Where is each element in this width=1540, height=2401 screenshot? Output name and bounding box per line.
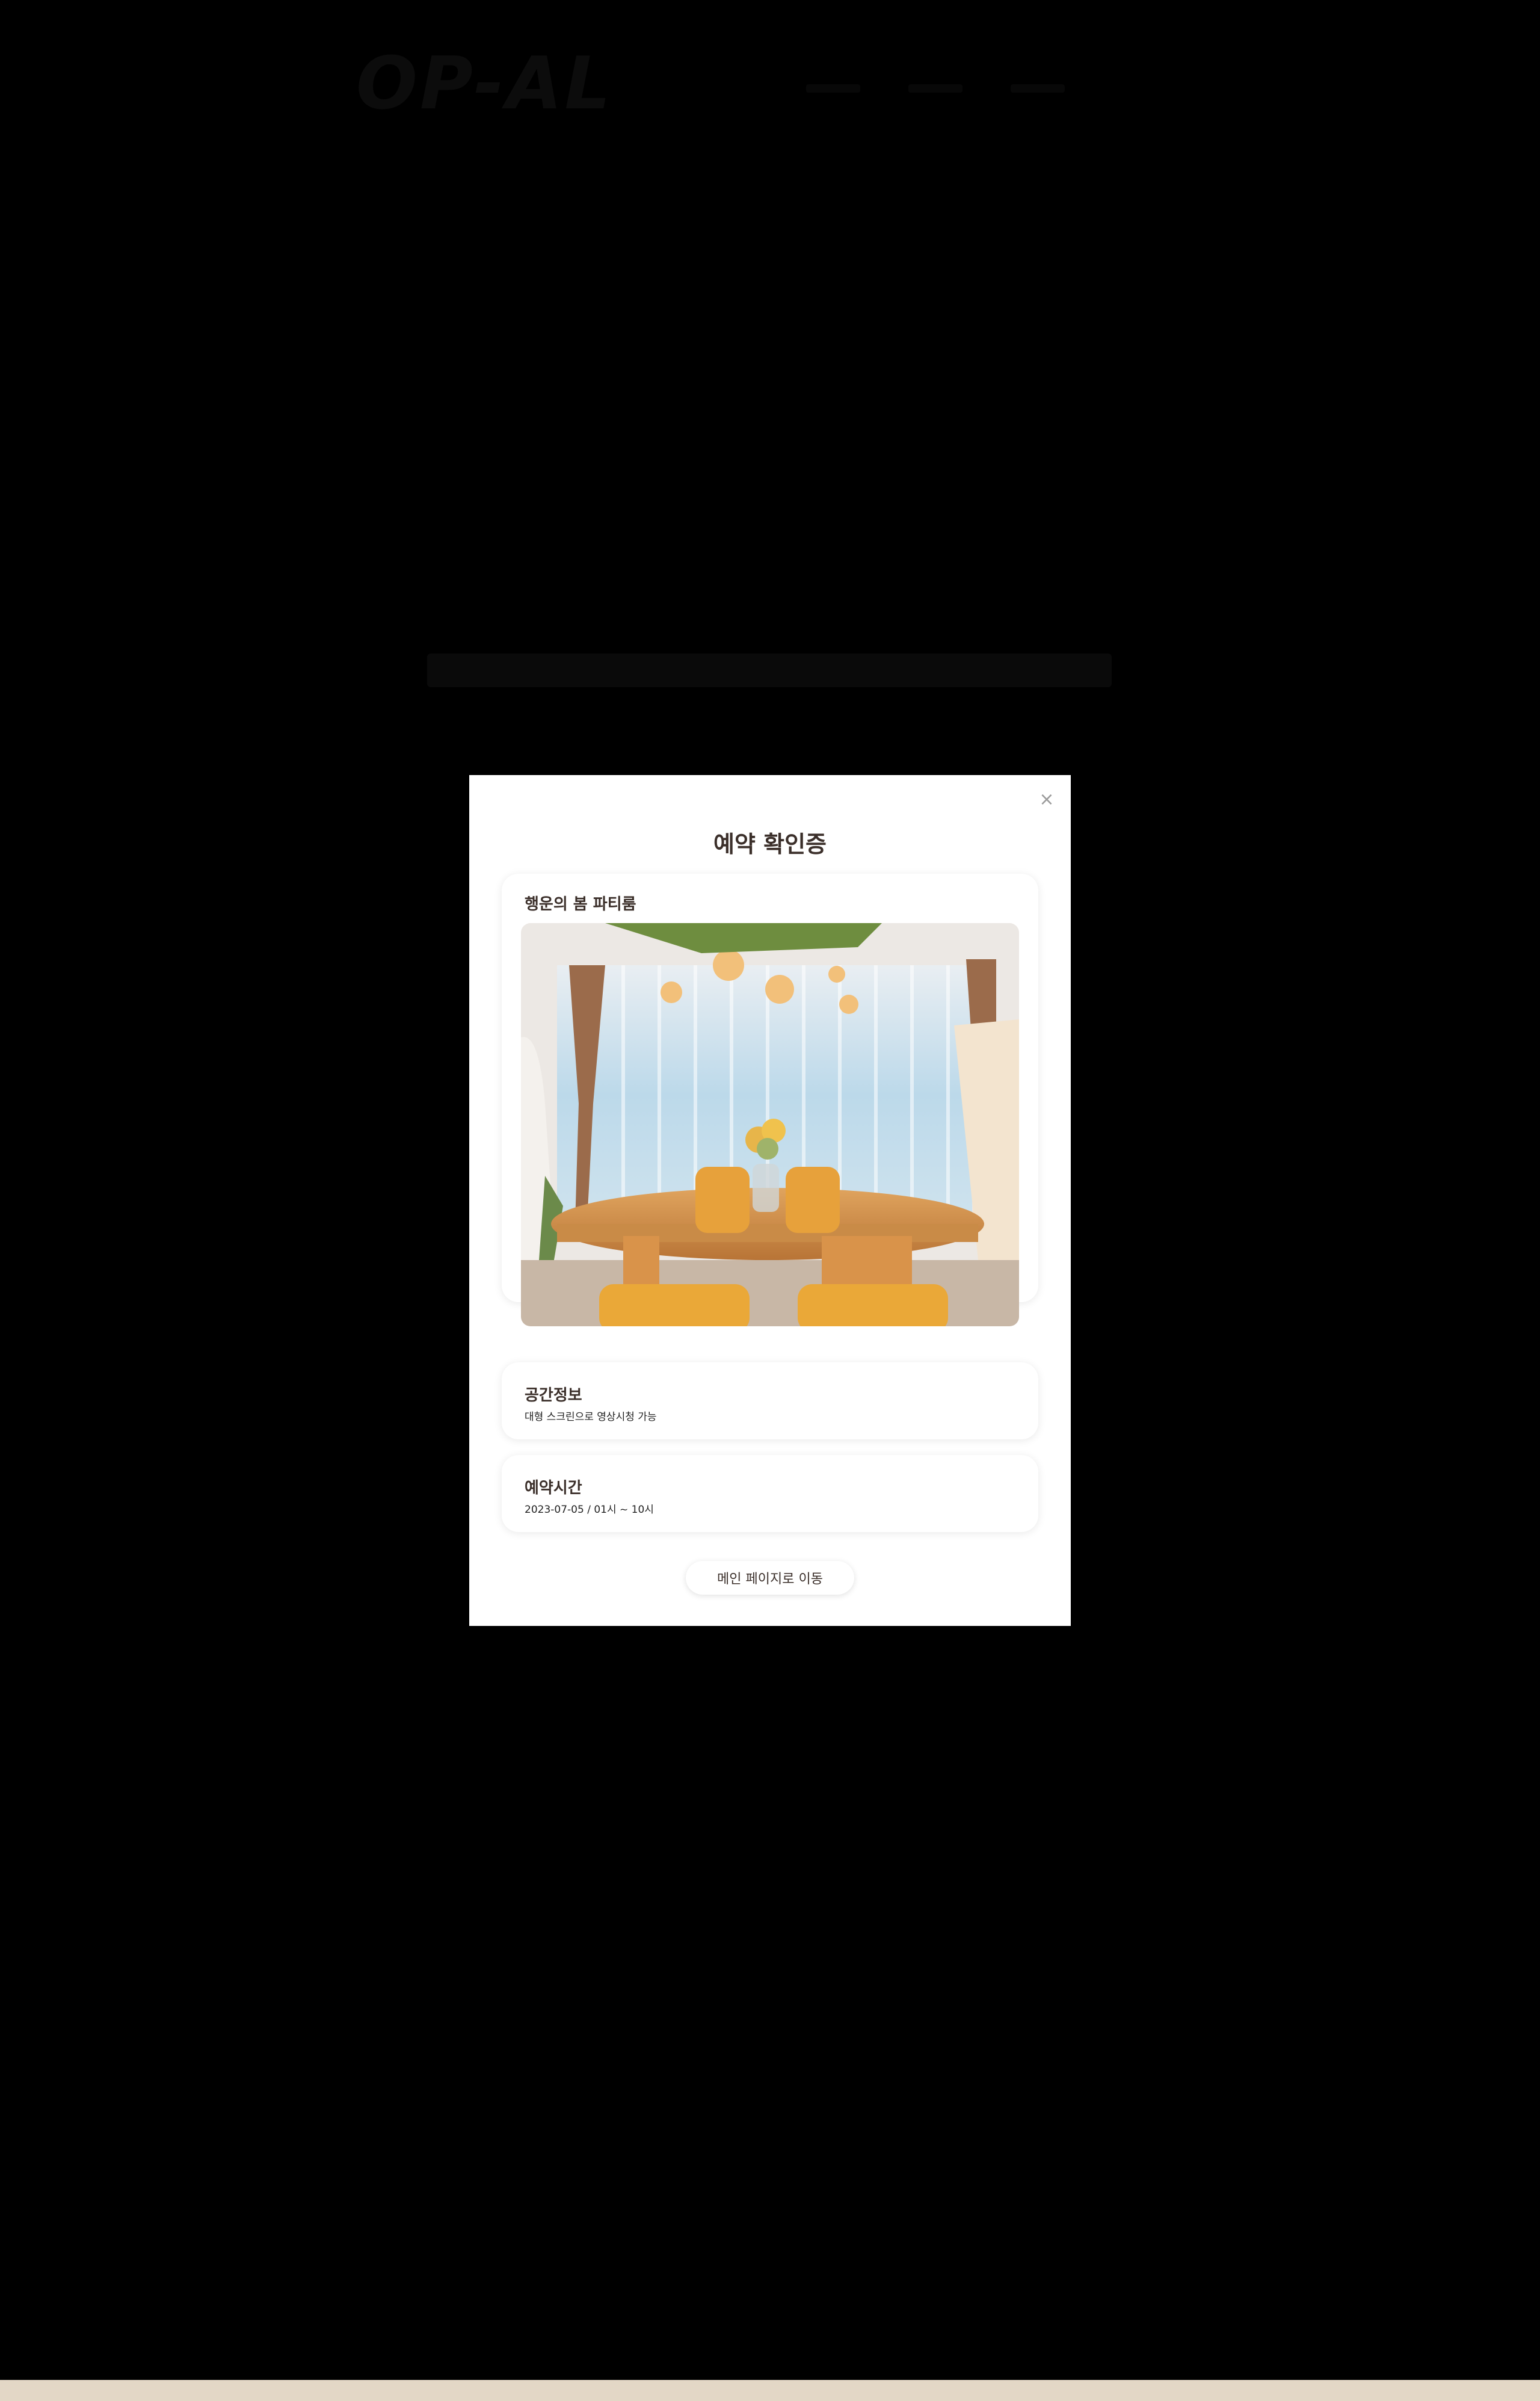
room-name: 행운의 봄 파티룸 <box>525 895 636 913</box>
modal-title: 예약 확인증 <box>713 831 827 858</box>
space-info-label: 공간정보 <box>525 1386 582 1404</box>
nav-placeholder <box>806 84 860 93</box>
space-info-card: 공간정보 대형 스크린으로 영상시청 가능 <box>502 1362 1038 1439</box>
room-card: 행운의 봄 파티룸 <box>502 874 1038 1326</box>
page: OP-AL × 예약 확인증 행운의 봄 파티룸 공간정보 대형 스크린으로 영… <box>0 0 1540 2401</box>
reservation-time-card: 예약시간 2023-07-05 / 01시 ~ 10시 <box>502 1455 1038 1532</box>
footer-strip <box>0 2380 1540 2401</box>
nav-placeholder <box>1011 84 1065 93</box>
reservation-time-value: 2023-07-05 / 01시 ~ 10시 <box>525 1504 654 1516</box>
background-button <box>427 654 1112 687</box>
room-photo <box>521 923 1019 1326</box>
close-button[interactable]: × <box>1036 788 1058 810</box>
space-info-value: 대형 스크린으로 영상시청 가능 <box>525 1411 657 1423</box>
site-logo: OP-AL <box>356 42 613 126</box>
reservation-confirmation-modal: × 예약 확인증 행운의 봄 파티룸 공간정보 대형 스크린으로 영상시청 가능… <box>469 775 1071 1626</box>
background-nav <box>806 84 1065 93</box>
reservation-time-label: 예약시간 <box>525 1479 582 1497</box>
nav-placeholder <box>908 84 962 93</box>
go-to-main-page-button[interactable]: 메인 페이지로 이동 <box>686 1561 854 1595</box>
close-icon: × <box>1039 788 1055 810</box>
